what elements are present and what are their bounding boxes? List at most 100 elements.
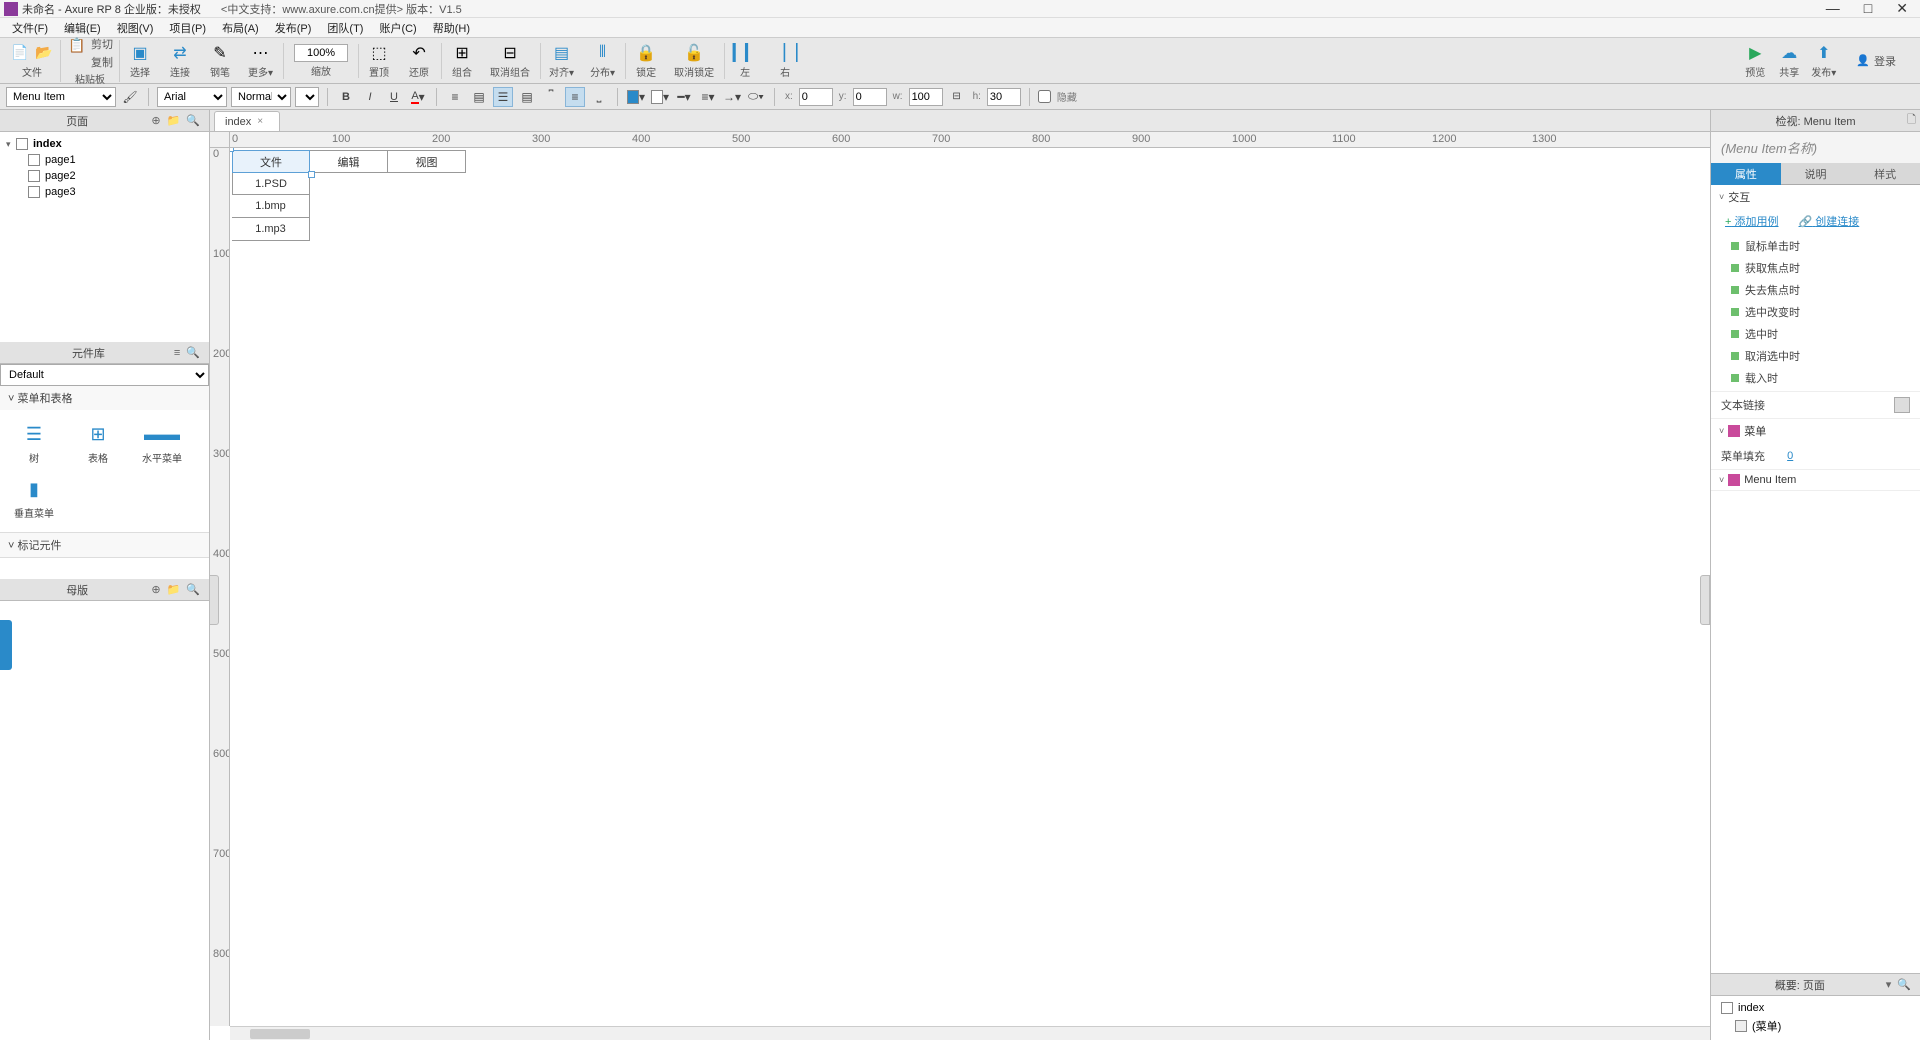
unlock-icon[interactable]: 🔓 [682,43,706,63]
ruler-horizontal[interactable]: 0100200300400500600700800900100011001200… [230,132,1710,148]
page-node-index[interactable]: ▾index [0,136,209,152]
event-载入时[interactable]: 载入时 [1711,367,1920,389]
add-folder-icon[interactable]: 📁 [164,114,184,127]
more-icon[interactable]: ⋯ [249,43,273,63]
lib-item-vmenu[interactable]: ▮垂直菜单 [4,473,64,524]
lib-item-hmenu[interactable]: ▬▬水平菜单 [132,418,192,469]
menu-edit[interactable]: 编辑(E) [56,18,109,38]
left-collapse-handle[interactable] [209,575,219,625]
menu-publish[interactable]: 发布(P) [267,18,320,38]
copy-label[interactable]: 复制 [91,54,113,70]
inspector-menu-icon[interactable]: 🗋 [1907,111,1916,130]
page-node-page1[interactable]: page1 [0,152,209,168]
w-input[interactable] [909,88,943,106]
add-master-icon[interactable]: ⊕ [148,583,163,596]
underline-button[interactable]: U [384,87,404,107]
new-file-icon[interactable]: 📄 [10,43,30,63]
select-icon[interactable]: ▣ [128,43,152,63]
paste-icon[interactable]: 📋 [67,36,87,56]
outline-item-index[interactable]: index [1711,1000,1920,1016]
widget-type-select[interactable]: Menu Item [6,87,116,107]
lib-section-menus[interactable]: ˅ 菜单和表格 [0,386,209,410]
widget-name-field[interactable]: (Menu Item名称) [1711,132,1920,163]
event-取消选中时[interactable]: 取消选中时 [1711,345,1920,367]
align-right-button[interactable]: ▤ [517,87,537,107]
valign-bottom-button[interactable]: ⎵ [589,87,609,107]
align-icon[interactable]: ▤ [550,43,574,63]
menu-arrange[interactable]: 布局(A) [214,18,267,38]
cut-label[interactable]: 剪切 [91,36,113,52]
tab-style[interactable]: 样式 [1850,163,1920,185]
event-失去焦点时[interactable]: 失去焦点时 [1711,279,1920,301]
menu-help[interactable]: 帮助(H) [425,18,478,38]
back-icon[interactable]: ↶ [407,43,431,63]
menu-widget[interactable]: 文件 编辑 视图 1.PSD 1.bmp 1.mp3 [232,150,466,241]
master-search-icon[interactable]: 🔍 [183,583,203,596]
text-link-button[interactable] [1894,397,1910,413]
align-right-icon[interactable]: ▕▕ [773,43,797,63]
publish-button[interactable]: ⬆发布▾ [1811,43,1836,79]
tab-notes[interactable]: 说明 [1781,163,1851,185]
line-style-button[interactable]: ≡▾ [698,87,718,107]
menu-view[interactable]: 视图(V) [109,18,162,38]
lock-aspect-icon[interactable]: ⊟ [947,87,967,107]
lib-search-icon[interactable]: 🔍 [183,346,203,359]
event-选中时[interactable]: 选中时 [1711,323,1920,345]
lib-item-table[interactable]: ⊞表格 [68,418,128,469]
maximize-button[interactable]: □ [1864,0,1872,17]
search-icon[interactable]: 🔍 [183,114,203,127]
canvas[interactable]: 文件 编辑 视图 1.PSD 1.bmp 1.mp3 [230,148,1710,1026]
lib-section-markup[interactable]: ˅ 标记元件 [0,533,209,557]
section-interactions[interactable]: ˅交互 [1711,185,1920,209]
add-page-icon[interactable]: ⊕ [148,114,163,127]
menu-account[interactable]: 账户(C) [371,18,424,38]
menu-widget-view[interactable]: 视图 [388,150,466,173]
corner-button[interactable]: ⬭▾ [746,87,766,107]
menu-padding-value[interactable]: 0 [1787,450,1793,462]
close-button[interactable]: ✕ [1896,0,1908,17]
create-link-link[interactable]: 🔗 创建连接 [1799,213,1860,229]
align-left-icon[interactable]: ▎▎ [733,43,757,63]
italic-button[interactable]: I [360,87,380,107]
valign-middle-button[interactable]: ≡ [565,87,585,107]
menu-widget-item-bmp[interactable]: 1.bmp [232,195,310,218]
line-color-button[interactable]: ▾ [650,87,670,107]
paint-format-icon[interactable]: 🖌 [120,87,140,107]
zoom-input[interactable] [294,44,348,62]
bold-button[interactable]: B [336,87,356,107]
font-select[interactable]: Arial [157,87,227,107]
menu-widget-item-psd[interactable]: 1.PSD [232,172,310,195]
lock-icon[interactable]: 🔒 [634,43,658,63]
event-鼠标单击时[interactable]: 鼠标单击时 [1711,235,1920,257]
preview-button[interactable]: ▶预览 [1743,43,1767,79]
font-weight-select[interactable]: Normal [231,87,291,107]
top-icon[interactable]: ⬚ [367,43,391,63]
line-width-button[interactable]: ━▾ [674,87,694,107]
menu-file[interactable]: 文件(F) [4,18,56,38]
section-menu-item[interactable]: ˅Menu Item [1711,470,1920,490]
page-node-page2[interactable]: page2 [0,168,209,184]
page-node-page3[interactable]: page3 [0,184,209,200]
text-color-button[interactable]: A▾ [408,87,428,107]
event-获取焦点时[interactable]: 获取焦点时 [1711,257,1920,279]
ungroup-icon[interactable]: ⊟ [498,43,522,63]
section-menu[interactable]: ˅菜单 [1711,419,1920,443]
menu-widget-item-mp3[interactable]: 1.mp3 [232,218,310,241]
open-file-icon[interactable]: 📂 [34,43,54,63]
menu-widget-file[interactable]: 文件 [232,150,310,173]
canvas-scrollbar[interactable] [230,1026,1710,1040]
connect-icon[interactable]: ⇄ [168,43,192,63]
menu-team[interactable]: 团队(T) [319,18,371,38]
bullets-button[interactable]: ≡ [445,87,465,107]
x-input[interactable] [799,88,833,106]
distribute-icon[interactable]: ⦀ [591,43,615,63]
add-case-link[interactable]: + 添加用例 [1725,213,1779,229]
arrow-button[interactable]: →▾ [722,87,742,107]
align-left-button[interactable]: ▤ [469,87,489,107]
y-input[interactable] [853,88,887,106]
right-collapse-handle[interactable] [1700,575,1710,625]
h-input[interactable] [987,88,1021,106]
fill-color-button[interactable]: ▾ [626,87,646,107]
share-button[interactable]: ☁共享 [1777,43,1801,79]
menu-project[interactable]: 项目(P) [161,18,214,38]
